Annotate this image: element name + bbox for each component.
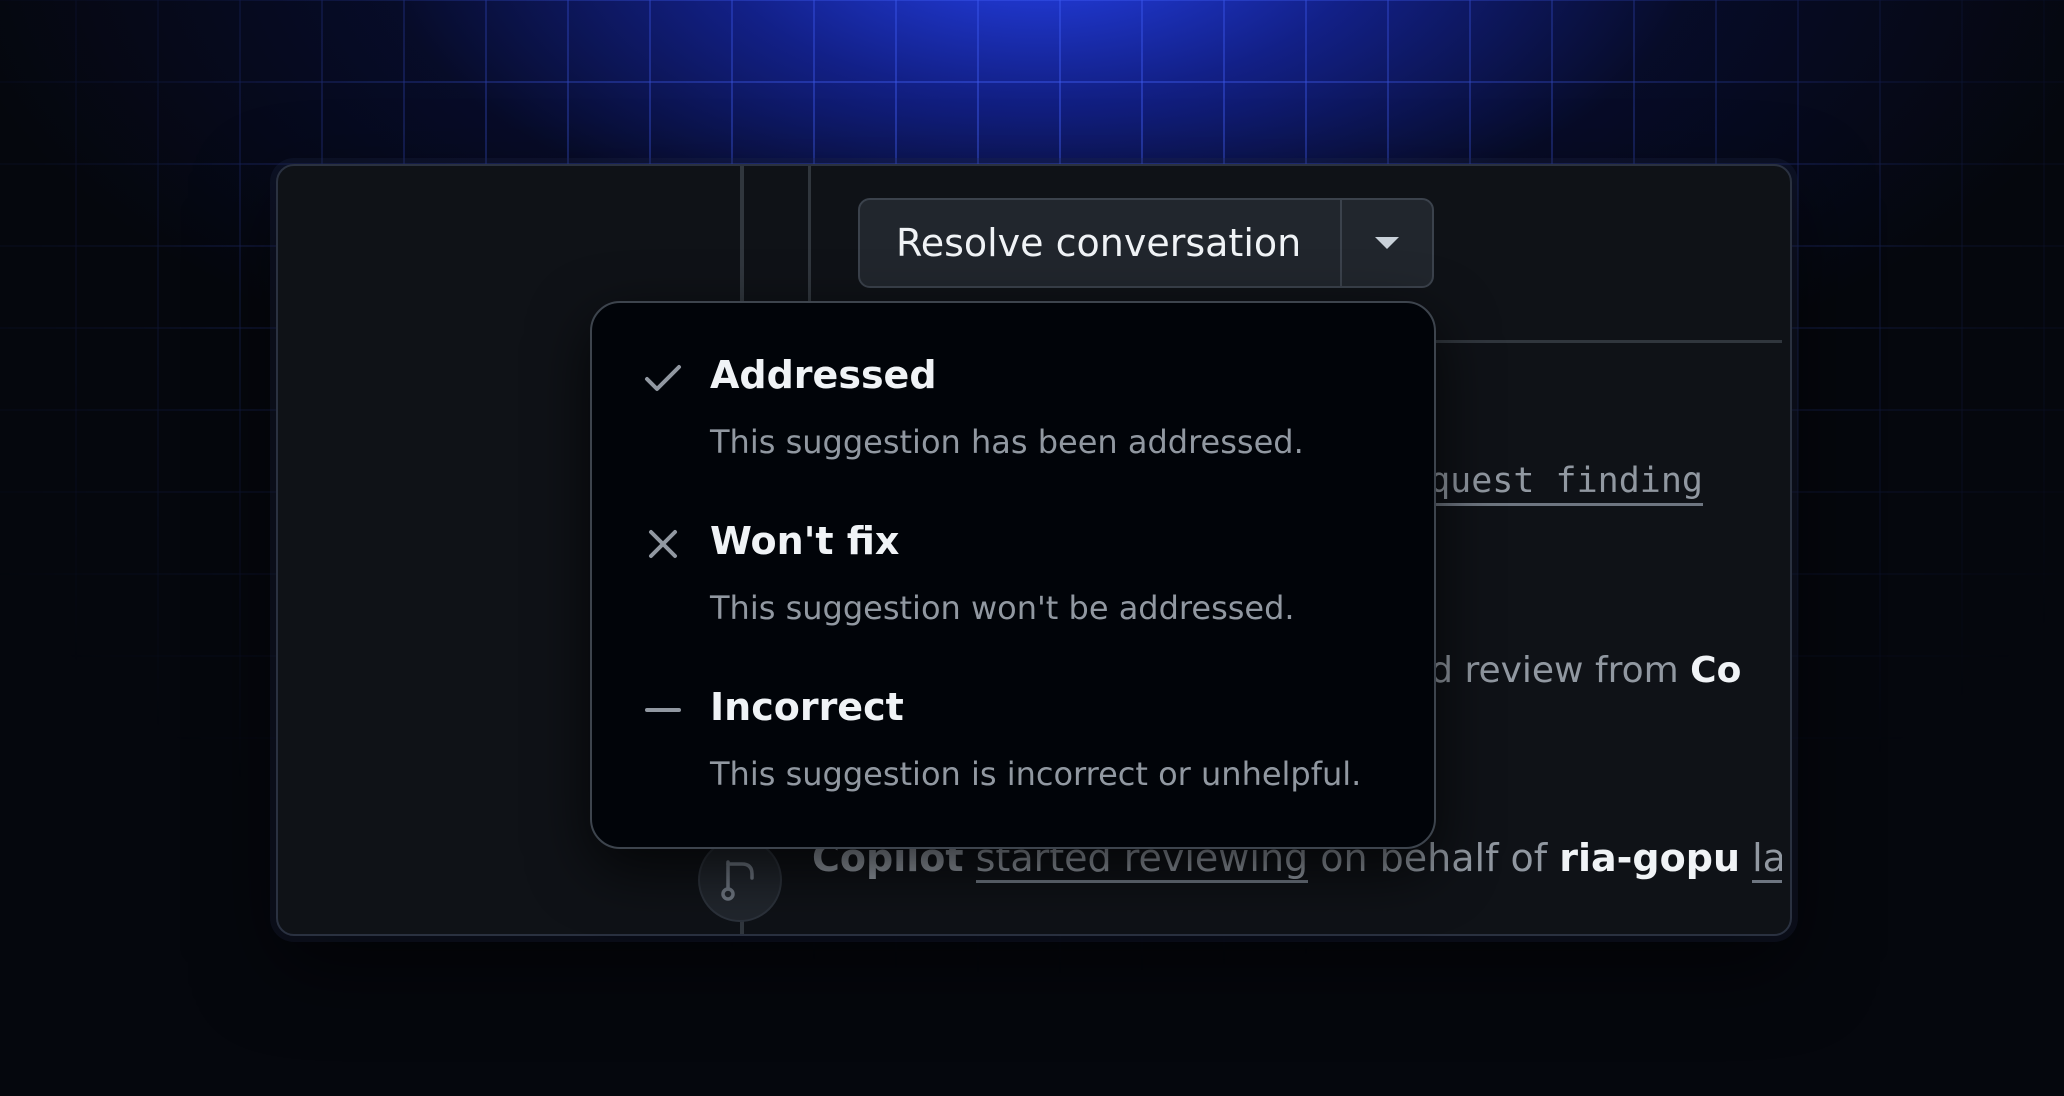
- menu-item-description: This suggestion is incorrect or unhelpfu…: [710, 755, 1362, 793]
- reviewer-name[interactable]: Co: [1690, 650, 1741, 691]
- resolve-conversation-split-button: Resolve conversation: [858, 198, 1434, 288]
- resolve-options-menu: Addressed This suggestion has been addre…: [590, 301, 1436, 849]
- finding-link-text[interactable]: equest finding: [1408, 461, 1704, 506]
- backdrop: Resolve conversation equest finding ed r…: [0, 0, 2064, 1096]
- resolve-conversation-button[interactable]: Resolve conversation: [860, 200, 1342, 286]
- menu-item-addressed[interactable]: Addressed This suggestion has been addre…: [592, 323, 1434, 483]
- thread-line: [808, 166, 811, 302]
- menu-item-title: Addressed: [710, 353, 937, 397]
- menu-item-wont-fix[interactable]: Won't fix This suggestion won't be addre…: [592, 489, 1434, 649]
- event-user[interactable]: ria-gopu: [1559, 836, 1740, 880]
- menu-item-title: Won't fix: [710, 519, 900, 563]
- check-icon: [640, 355, 686, 401]
- finding-link-fragment[interactable]: equest finding: [1408, 460, 1704, 506]
- review-request-event-fragment: ed review from Co: [1408, 650, 1741, 691]
- review-request-text: ed review from: [1408, 650, 1691, 691]
- dash-icon: [640, 687, 686, 733]
- triangle-down-icon: [1375, 237, 1399, 249]
- menu-item-incorrect[interactable]: Incorrect This suggestion is incorrect o…: [592, 655, 1434, 815]
- menu-item-title: Incorrect: [710, 685, 904, 729]
- menu-item-description: This suggestion won't be addressed.: [710, 589, 1295, 627]
- x-icon: [640, 521, 686, 567]
- event-time-link[interactable]: las: [1752, 836, 1782, 883]
- event-avatar: [698, 838, 782, 922]
- git-pull-request-icon: [721, 860, 754, 901]
- resolve-options-dropdown-button[interactable]: [1342, 200, 1432, 286]
- menu-item-description: This suggestion has been addressed.: [710, 423, 1304, 461]
